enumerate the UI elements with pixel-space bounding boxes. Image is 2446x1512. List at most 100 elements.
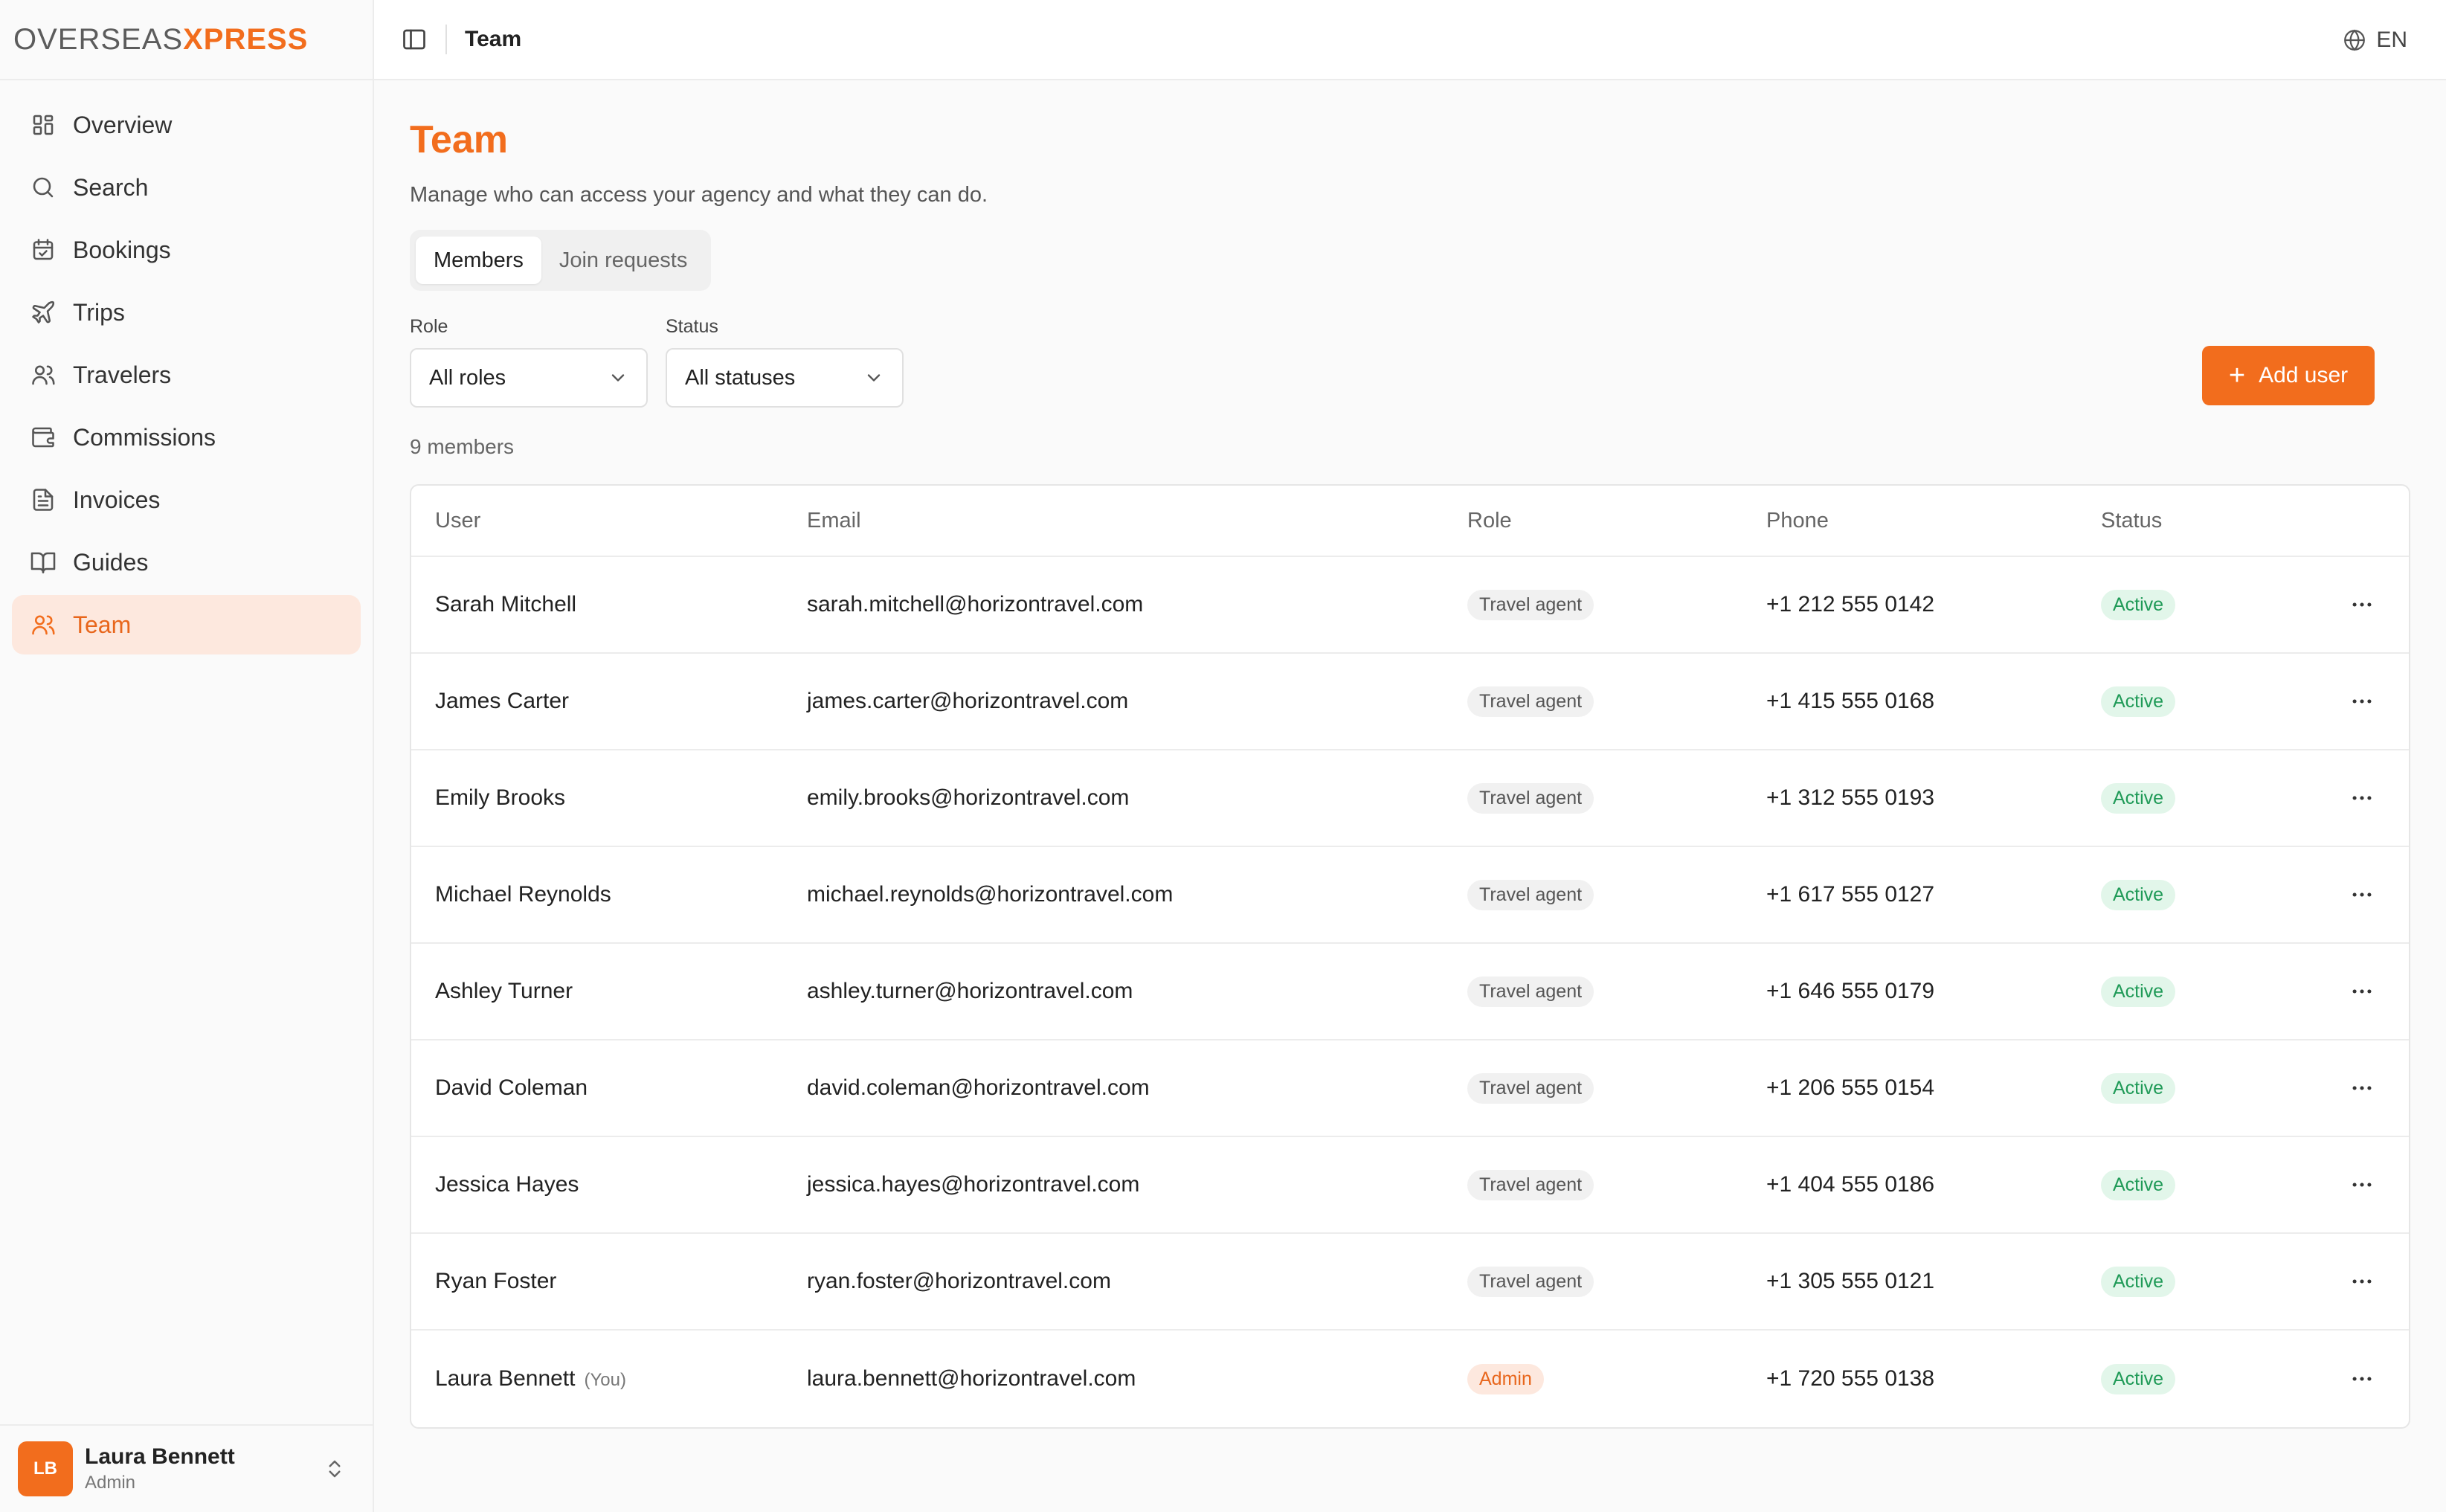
grid-icon — [30, 112, 57, 138]
sidebar-item-search[interactable]: Search — [12, 158, 361, 217]
table-row[interactable]: Ryan Foster ryan.foster@horizontravel.com… — [411, 1234, 2409, 1331]
column-header-phone[interactable]: Phone — [1766, 509, 2101, 533]
member-phone: +1 404 555 0186 — [1766, 1172, 1935, 1197]
status-select-value: All statuses — [685, 365, 796, 390]
column-header-role[interactable]: Role — [1467, 509, 1766, 533]
sidebar-item-label: Team — [73, 611, 132, 638]
role-badge: Admin — [1467, 1363, 1544, 1394]
more-horizontal-icon[interactable] — [2349, 1172, 2375, 1197]
sidebar: OVERSEASXPRESS Overview Search Bookings Tri… — [0, 0, 374, 1512]
sidebar-item-guides[interactable]: Guides — [12, 533, 361, 592]
table-row[interactable]: Emily Brooks emily.brooks@horizontravel.c… — [411, 750, 2409, 847]
language-label: EN — [2376, 28, 2407, 52]
sidebar-toggle-icon[interactable] — [401, 26, 428, 53]
table-row[interactable]: Jessica Hayes jessica.hayes@horizontravel… — [411, 1137, 2409, 1234]
table-row[interactable]: Michael Reynolds michael.reynolds@horizon… — [411, 847, 2409, 944]
more-horizontal-icon[interactable] — [2349, 592, 2375, 617]
chevrons-up-down-icon — [324, 1458, 346, 1480]
more-horizontal-icon[interactable] — [2349, 785, 2375, 811]
sidebar-item-label: Invoices — [73, 486, 161, 513]
plus-icon: + — [2228, 360, 2246, 391]
status-badge: Active — [2101, 976, 2176, 1007]
role-badge: Travel agent — [1467, 1266, 1594, 1297]
team-icon — [30, 611, 57, 638]
table-row[interactable]: Ashley Turner ashley.turner@horizontravel… — [411, 944, 2409, 1040]
breadcrumb: Team — [465, 27, 522, 51]
chevron-down-icon — [863, 367, 884, 388]
sidebar-item-trips[interactable]: Trips — [12, 283, 361, 342]
more-horizontal-icon[interactable] — [2349, 1366, 2375, 1392]
user-name: Laura Bennett — [85, 1444, 235, 1469]
role-badge: Travel agent — [1467, 1169, 1594, 1200]
wallet-icon — [30, 424, 57, 451]
status-badge: Active — [2101, 1266, 2176, 1297]
member-phone: +1 720 555 0138 — [1766, 1366, 1935, 1391]
page-subtitle: Manage who can access your agency and wh… — [410, 183, 988, 207]
column-header-status[interactable]: Status — [2101, 509, 2324, 533]
status-select[interactable]: All statuses — [666, 348, 904, 408]
book-icon — [30, 549, 57, 576]
brand-logo[interactable]: OVERSEASXPRESS — [13, 23, 308, 57]
role-select-value: All roles — [429, 365, 506, 390]
table-row[interactable]: Sarah Mitchell sarah.mitchell@horizontrav… — [411, 557, 2409, 654]
avatar: LB — [18, 1441, 73, 1496]
sidebar-item-commissions[interactable]: Commissions — [12, 408, 361, 467]
status-filter: Status All statuses — [666, 316, 904, 408]
sidebar-item-bookings[interactable]: Bookings — [12, 220, 361, 280]
add-user-button[interactable]: + Add user — [2202, 346, 2375, 405]
sidebar-item-invoices[interactable]: Invoices — [12, 470, 361, 530]
sidebar-item-overview[interactable]: Overview — [12, 95, 361, 155]
member-phone: +1 206 555 0154 — [1766, 1075, 1935, 1100]
member-email: michael.reynolds@horizontravel.com — [807, 882, 1174, 907]
logo-text-left: OVERSEAS — [13, 22, 184, 56]
sidebar-item-travelers[interactable]: Travelers — [12, 345, 361, 405]
member-phone: +1 312 555 0193 — [1766, 785, 1935, 810]
role-badge: Travel agent — [1467, 589, 1594, 620]
filter-bar: Role All roles Status All statuses + Add… — [410, 316, 2410, 408]
more-horizontal-icon[interactable] — [2349, 689, 2375, 714]
role-badge: Travel agent — [1467, 686, 1594, 717]
more-horizontal-icon[interactable] — [2349, 1075, 2375, 1101]
status-badge: Active — [2101, 879, 2176, 910]
user-menu[interactable]: LB Laura Bennett Admin — [0, 1424, 373, 1512]
users-icon — [30, 361, 57, 388]
more-horizontal-icon[interactable] — [2349, 882, 2375, 907]
table-row[interactable]: Laura Bennett (You) laura.bennett@horizont… — [411, 1331, 2409, 1427]
column-header-email[interactable]: Email — [807, 509, 1467, 533]
role-badge: Travel agent — [1467, 782, 1594, 814]
more-horizontal-icon[interactable] — [2349, 1269, 2375, 1294]
user-role: Admin — [85, 1473, 136, 1493]
role-filter: Role All roles — [410, 316, 648, 408]
tab-join-requests[interactable]: Join requests — [541, 237, 706, 284]
status-filter-label: Status — [666, 316, 718, 337]
page-content: Team Manage who can access your agency a… — [374, 80, 2446, 1429]
calendar-check-icon — [30, 237, 57, 263]
status-badge: Active — [2101, 1363, 2176, 1394]
more-horizontal-icon[interactable] — [2349, 979, 2375, 1004]
logo-bar: OVERSEASXPRESS — [0, 0, 373, 80]
sidebar-item-label: Commissions — [73, 423, 216, 451]
member-email: ashley.turner@horizontravel.com — [807, 979, 1133, 1003]
role-select[interactable]: All roles — [410, 348, 648, 408]
sidebar-item-label: Travelers — [73, 361, 172, 388]
column-header-user[interactable]: User — [411, 509, 807, 533]
language-switcher[interactable]: EN — [2342, 0, 2407, 80]
member-count: 9 members — [410, 435, 515, 458]
member-email: emily.brooks@horizontravel.com — [807, 785, 1130, 810]
status-badge: Active — [2101, 589, 2176, 620]
member-name: Michael Reynolds — [435, 882, 611, 907]
search-icon — [30, 174, 57, 201]
sidebar-item-team[interactable]: Team — [12, 595, 361, 654]
table-row[interactable]: James Carter james.carter@horizontravel.c… — [411, 654, 2409, 750]
status-badge: Active — [2101, 1169, 2176, 1200]
member-email: laura.bennett@horizontravel.com — [807, 1366, 1136, 1391]
member-phone: +1 305 555 0121 — [1766, 1269, 1935, 1293]
table-row[interactable]: David Coleman david.coleman@horizontravel… — [411, 1040, 2409, 1137]
role-badge: Travel agent — [1467, 976, 1594, 1007]
sidebar-item-label: Overview — [73, 111, 173, 138]
logo-text-accent: XPRESS — [183, 22, 309, 56]
tab-members[interactable]: Members — [416, 237, 541, 284]
chevron-down-icon — [608, 367, 628, 388]
table-body: Sarah Mitchell sarah.mitchell@horizontrav… — [411, 557, 2409, 1427]
member-name: Sarah Mitchell — [435, 592, 577, 617]
